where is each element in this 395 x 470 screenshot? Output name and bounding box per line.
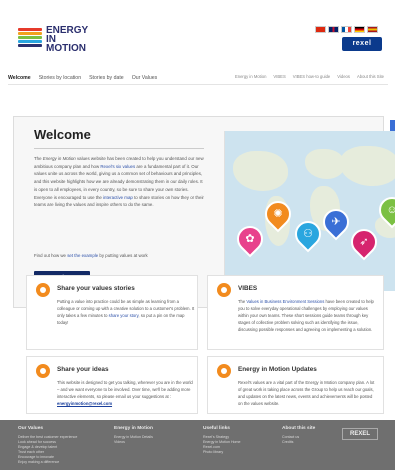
set-example-link[interactable]: set the example	[67, 253, 98, 258]
nav-vibes-guide[interactable]: VIBES how-to guide	[293, 74, 330, 79]
card-title: Share your ideas	[57, 366, 109, 373]
footer-col-values: Our Values Deliver the best customer exp…	[18, 426, 78, 464]
site-footer: Our Values Deliver the best customer exp…	[0, 420, 395, 470]
sunburst-icon	[217, 283, 231, 297]
site-header: ENERGY IN MOTION rexel	[0, 0, 395, 62]
nav-videos[interactable]: Videos	[337, 74, 350, 79]
nav-energy-in-motion[interactable]: Energy in Motion	[235, 74, 266, 79]
flag-cn-icon[interactable]	[315, 26, 326, 33]
interactive-map-link[interactable]: interactive map	[103, 195, 133, 200]
share-ideas-card: Share your ideas This website is designe…	[26, 356, 198, 414]
main-nav: Welcome Stories by location Stories by d…	[8, 71, 388, 85]
logo-line-3: MOTION	[46, 43, 86, 54]
nav-our-values[interactable]: Our Values	[132, 75, 158, 81]
flag-de-icon[interactable]	[354, 26, 365, 33]
updates-card: Energy in Motion Updates Rexel's values …	[207, 356, 384, 414]
language-selector	[315, 26, 378, 34]
footer-col-links: Useful links Rexel's Strategy Energy in …	[203, 426, 241, 454]
card-text: Putting a value into practice could be a…	[57, 299, 195, 325]
world-map[interactable]: ✿ ✺ ⚇ ✈ ➶ ☺	[224, 131, 395, 291]
title-divider	[34, 148, 204, 149]
set-example-text: Find out how we set the example by putti…	[34, 253, 148, 258]
card-text: The Values in Business Environment Sessi…	[238, 299, 374, 332]
vibes-link[interactable]: Values in Business Environment Sessions	[246, 299, 324, 304]
vibes-card: VIBES The Values in Business Environment…	[207, 275, 384, 350]
nav-about[interactable]: About this Site	[357, 74, 384, 79]
six-values-link[interactable]: Rexel's six values	[100, 164, 135, 169]
nav-stories-by-location[interactable]: Stories by location	[39, 75, 81, 81]
card-title: Energy in Motion Updates	[238, 366, 317, 373]
email-link[interactable]: energyinmotion@rexel.com	[57, 401, 112, 406]
value-pin-1-icon[interactable]: ✿	[231, 220, 269, 258]
footer-col-energy: Energy in Motion Energy in Motion Detail…	[114, 426, 153, 444]
sunburst-icon	[36, 364, 50, 378]
welcome-title: Welcome	[34, 127, 91, 142]
share-story-link[interactable]: share your story	[109, 313, 139, 318]
welcome-text: The Energy in Motion values website has …	[34, 156, 204, 208]
card-text: This website is designed to get you talk…	[57, 380, 193, 406]
sunburst-icon	[36, 283, 50, 297]
nav-vibes[interactable]: VIBES	[273, 74, 285, 79]
share-stories-card: Share your values stories Putting a valu…	[26, 275, 198, 350]
energy-in-motion-logo[interactable]: ENERGY IN MOTION	[18, 14, 108, 54]
flag-fr-icon[interactable]	[341, 26, 352, 33]
nav-welcome[interactable]: Welcome	[8, 75, 31, 81]
footer-col-about: About this site Contact us Credits	[282, 426, 316, 444]
rexel-logo[interactable]: rexel	[342, 37, 382, 51]
sunburst-icon	[217, 364, 231, 378]
card-text: Rexel's values are a vital part of the E…	[238, 380, 375, 406]
card-title: Share your values stories	[57, 285, 135, 292]
flag-uk-icon[interactable]	[328, 26, 339, 33]
card-title: VIBES	[238, 285, 258, 292]
flag-es-icon[interactable]	[367, 26, 378, 33]
nav-stories-by-date[interactable]: Stories by date	[89, 75, 124, 81]
footer-rexel-logo[interactable]: REXEL	[342, 428, 378, 440]
